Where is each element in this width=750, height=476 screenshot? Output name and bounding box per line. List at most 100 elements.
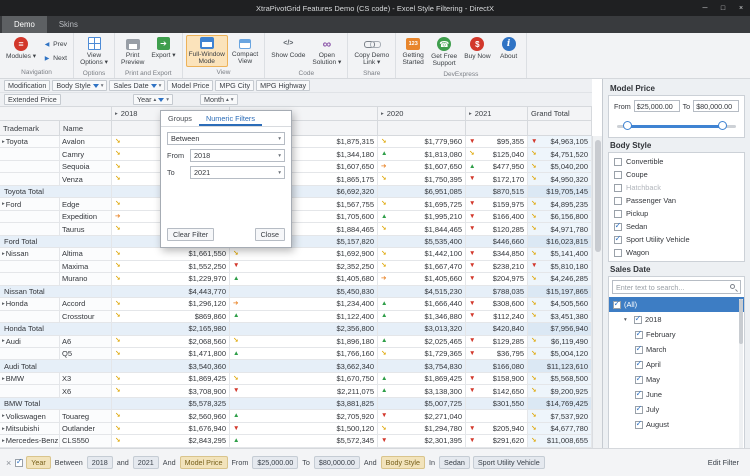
maximize-button[interactable]: □ [714, 0, 732, 16]
pivot-cell[interactable]: ↘$6,156,800 [528, 211, 592, 223]
remove-filter-icon[interactable]: × [6, 458, 11, 468]
pivot-cell[interactable]: ▼$129,285 [466, 336, 528, 348]
pivot-cell[interactable]: ↘$1,729,365 [378, 348, 466, 360]
compact-view-button[interactable]: CompactView [229, 35, 261, 67]
checkbox[interactable]: ✓ [634, 316, 642, 324]
filter-token-year[interactable]: Year [26, 456, 51, 469]
pivot-cell[interactable]: $11,123,610 [528, 360, 592, 372]
copy-demo-link-button[interactable]: Copy DemoLink ▾ [351, 35, 392, 68]
minimize-button[interactable]: ─ [696, 0, 714, 16]
pivot-cell[interactable]: $3,881,825 [230, 398, 378, 410]
pivot-cell[interactable]: ▲$1,995,210 [378, 211, 466, 223]
pivot-cell[interactable]: $15,197,865 [528, 286, 592, 298]
pivot-cell[interactable]: ↘$1,779,960 [378, 136, 466, 148]
pivot-cell[interactable]: ↘$2,068,560 [112, 336, 230, 348]
pivot-cell[interactable]: $870,515 [466, 186, 528, 198]
row-header-name[interactable]: Camry [60, 148, 112, 160]
pivot-cell[interactable]: ↘$7,537,920 [528, 410, 592, 422]
tree-item-march[interactable]: ✓March [609, 342, 744, 357]
pivot-cell[interactable]: ↘$1,442,100 [378, 248, 466, 260]
slider-thumb-max[interactable] [718, 121, 727, 130]
from-value-select[interactable]: 2018 ▾ [190, 149, 285, 162]
pivot-cell[interactable]: ▼$2,211,075 [230, 385, 378, 397]
prev-button[interactable]: ◀Prev [40, 39, 70, 49]
pivot-cell[interactable]: ↘$1,692,900 [230, 248, 378, 260]
pivot-cell[interactable]: ▼$112,240 [466, 311, 528, 323]
pivot-cell[interactable]: ▲$1,869,425 [378, 373, 466, 385]
edit-filter-button[interactable]: Edit Filter [703, 456, 744, 469]
pivot-cell[interactable]: ▼$205,940 [466, 423, 528, 435]
pivot-cell[interactable]: ↘$1,869,425 [112, 373, 230, 385]
pivot-cell[interactable]: ↘$4,950,320 [528, 173, 592, 185]
expand-icon[interactable]: ▸ [115, 111, 118, 117]
pivot-cell[interactable]: ↘$1,294,780 [378, 423, 466, 435]
pivot-cell[interactable]: ▼$2,301,395 [378, 435, 466, 447]
body-style-item-coupe[interactable]: Coupe [609, 168, 744, 181]
checkbox[interactable]: ✓ [635, 361, 643, 369]
pivot-cell[interactable]: ↘$5,040,200 [528, 161, 592, 173]
row-header-trademark[interactable] [0, 148, 60, 160]
row-header-trademark[interactable] [0, 311, 60, 323]
pivot-cell[interactable]: $3,662,340 [230, 360, 378, 372]
pivot-cell[interactable]: ▲$1,405,680 [230, 273, 378, 285]
model-price-to-input[interactable]: $80,000.00 [693, 100, 739, 112]
dropdown-icon[interactable]: ▾ [231, 97, 234, 103]
model-price-from-input[interactable]: $25,000.00 [634, 100, 680, 112]
filter-token-sedan[interactable]: Sedan [439, 456, 470, 469]
pivot-cell[interactable]: ↘$1,896,180 [230, 336, 378, 348]
body-style-item-passenger-van[interactable]: Passenger Van [609, 194, 744, 207]
filter-token-model-price[interactable]: Model Price [180, 456, 228, 469]
row-field-name[interactable]: Name [60, 121, 112, 136]
row-header-name[interactable]: Sequoia [60, 161, 112, 173]
row-header-trademark[interactable] [0, 261, 60, 273]
row-header-name[interactable]: Accord [60, 298, 112, 310]
row-header-name[interactable]: Murano [60, 273, 112, 285]
pivot-cell[interactable]: $5,578,325 [112, 398, 230, 410]
pivot-cell[interactable]: ▲$5,572,345 [230, 435, 378, 447]
pivot-cell[interactable]: $5,535,400 [378, 236, 466, 248]
row-header-trademark[interactable]: ▸Mitsubishi [0, 423, 60, 435]
filter-token-80-000-00[interactable]: $80,000.00 [314, 456, 360, 469]
pivot-cell[interactable]: $3,540,360 [112, 360, 230, 372]
pivot-cell[interactable]: ▼$238,210 [466, 261, 528, 273]
pivot-cell[interactable]: ↘$3,708,900 [112, 385, 230, 397]
pivot-cell[interactable]: ↘$4,246,285 [528, 273, 592, 285]
filter-token-body-style[interactable]: Body Style [381, 456, 425, 469]
row-header-trademark[interactable]: ▸Audi [0, 336, 60, 348]
expand-icon[interactable]: ▸ [2, 376, 5, 382]
checkbox[interactable]: ✓ [614, 223, 622, 231]
pivot-cell[interactable]: ➔$1,234,400 [230, 298, 378, 310]
dropdown-icon[interactable]: ▾ [166, 97, 169, 103]
expand-icon[interactable]: ▸ [2, 338, 5, 344]
expand-icon[interactable]: ▸ [2, 301, 5, 307]
tree-item-2018[interactable]: ▾✓2018 [609, 312, 744, 327]
row-header-trademark[interactable]: ▸Mercedes-Benz [0, 435, 60, 447]
row-header-name[interactable]: Altima [60, 248, 112, 260]
expand-icon[interactable]: ▸ [381, 111, 384, 117]
pivot-cell[interactable]: ↘$11,008,655 [528, 435, 592, 447]
pivot-cell[interactable]: ▲$1,813,080 [378, 148, 466, 160]
row-header-name[interactable]: Venza [60, 173, 112, 185]
pivot-cell[interactable]: ↘$2,843,295 [112, 435, 230, 447]
row-header-trademark[interactable]: ▸Toyota [0, 136, 60, 148]
row-header-name[interactable]: Maxima [60, 261, 112, 273]
pivot-cell[interactable]: $14,769,425 [528, 398, 592, 410]
checkbox[interactable] [614, 210, 622, 218]
filter-enabled-checkbox[interactable]: ✓ [15, 459, 23, 467]
modules-button[interactable]: ≡Modules ▾ [3, 35, 39, 61]
tree-item-april[interactable]: ✓April [609, 357, 744, 372]
pivot-cell[interactable]: ↘$4,505,560 [528, 298, 592, 310]
pivot-cell[interactable]: ↘$5,141,400 [528, 248, 592, 260]
get-free-support-button[interactable]: ☎Get FreeSupport [428, 35, 460, 69]
pivot-cell[interactable]: ↘$9,200,925 [528, 385, 592, 397]
pivot-cell[interactable]: ↘$5,568,500 [528, 373, 592, 385]
pivot-cell[interactable]: $166,080 [466, 360, 528, 372]
pivot-cell[interactable]: ↘$1,670,750 [230, 373, 378, 385]
pivot-cell[interactable]: $7,956,940 [528, 323, 592, 335]
expand-icon[interactable]: ▸ [2, 251, 5, 257]
checkbox[interactable]: ✓ [635, 406, 643, 414]
row-header-trademark[interactable]: ▸Volkswagen [0, 410, 60, 422]
pivot-cell[interactable]: $5,007,725 [378, 398, 466, 410]
row-header-name[interactable]: Crosstour [60, 311, 112, 323]
pivot-cell[interactable]: $2,356,800 [230, 323, 378, 335]
